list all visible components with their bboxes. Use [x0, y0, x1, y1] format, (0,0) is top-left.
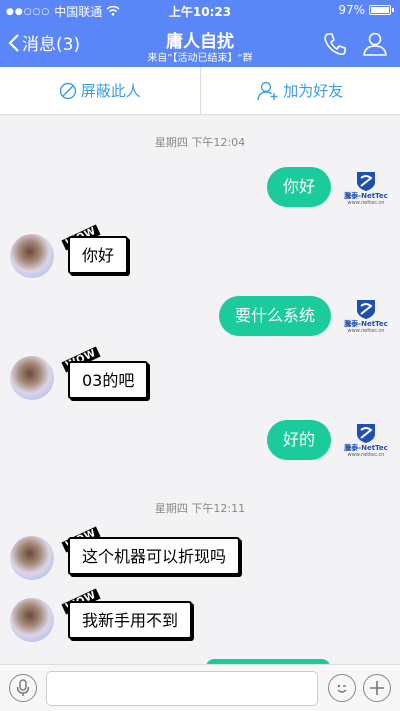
plus-icon: [370, 681, 384, 695]
voice-button[interactable]: [9, 674, 37, 702]
chat-area[interactable]: 星期四 下午12:04 你好 騰泰-NetTec www.nettec.cn W…: [0, 116, 400, 664]
add-friend-icon: [257, 81, 278, 100]
action-bar: 屏蔽此人 加为好友: [0, 67, 400, 115]
message-input[interactable]: [46, 671, 318, 706]
my-avatar[interactable]: 騰泰-NetTec www.nettec.cn: [344, 166, 388, 210]
sender-avatar[interactable]: [10, 234, 54, 278]
input-bar: [0, 664, 400, 711]
timestamp: 星期四 下午12:04: [154, 136, 246, 149]
top-bar: ●●○○○ 中国联通 上午10:23 97% 消息(3) 庸人自扰 来自”【活动…: [0, 0, 400, 67]
my-avatar[interactable]: 騰泰-NetTec www.nettec.cn: [344, 294, 388, 338]
sender-avatar[interactable]: [10, 356, 54, 400]
emoji-icon: [337, 684, 347, 693]
nettec-logo-icon: [357, 172, 375, 191]
logo-site: www.nettec.cn: [347, 452, 385, 458]
message-bubble-incoming[interactable]: 03的吧: [68, 361, 149, 399]
logo-name: 騰泰-NetTec: [344, 320, 388, 328]
block-user-button[interactable]: 屏蔽此人: [0, 67, 200, 114]
logo-name: 騰泰-NetTec: [344, 192, 388, 200]
my-avatar[interactable]: 騰泰-NetTec www.nettec.cn: [344, 418, 388, 462]
block-icon: [59, 82, 76, 99]
person-icon: [363, 32, 387, 56]
battery-percent: 97%: [338, 3, 365, 17]
microphone-icon: [16, 679, 30, 696]
block-user-label: 屏蔽此人: [80, 82, 141, 100]
more-button[interactable]: [363, 674, 391, 702]
logo-site: www.nettec.cn: [347, 328, 385, 334]
emoji-button[interactable]: [328, 674, 356, 702]
profile-button[interactable]: [362, 31, 388, 61]
timestamp: 星期四 下午12:11: [154, 502, 246, 515]
message-bubble-incoming[interactable]: 你好: [68, 236, 129, 274]
call-button[interactable]: [322, 31, 348, 61]
message-bubble-incoming[interactable]: 我新手用不到: [68, 601, 193, 639]
message-bubble-incoming[interactable]: 这个机器可以折现吗: [68, 537, 241, 575]
add-friend-button[interactable]: 加为好友: [201, 67, 400, 114]
message-bubble-outgoing[interactable]: 好的: [266, 420, 331, 460]
nettec-logo-icon: [357, 300, 375, 319]
sender-avatar[interactable]: [10, 598, 54, 642]
battery-icon: [369, 5, 391, 15]
logo-site: www.nettec.cn: [347, 200, 385, 206]
add-friend-label: 加为好友: [283, 82, 344, 100]
sender-avatar[interactable]: [10, 536, 54, 580]
logo-name: 騰泰-NetTec: [344, 444, 388, 452]
status-bar: ●●○○○ 中国联通 上午10:23 97%: [0, 0, 400, 20]
phone-icon: [324, 33, 346, 56]
message-bubble-outgoing[interactable]: 要什么系统: [218, 296, 331, 336]
nettec-logo-icon: [357, 424, 375, 443]
message-bubble-outgoing[interactable]: 你好: [266, 167, 331, 207]
